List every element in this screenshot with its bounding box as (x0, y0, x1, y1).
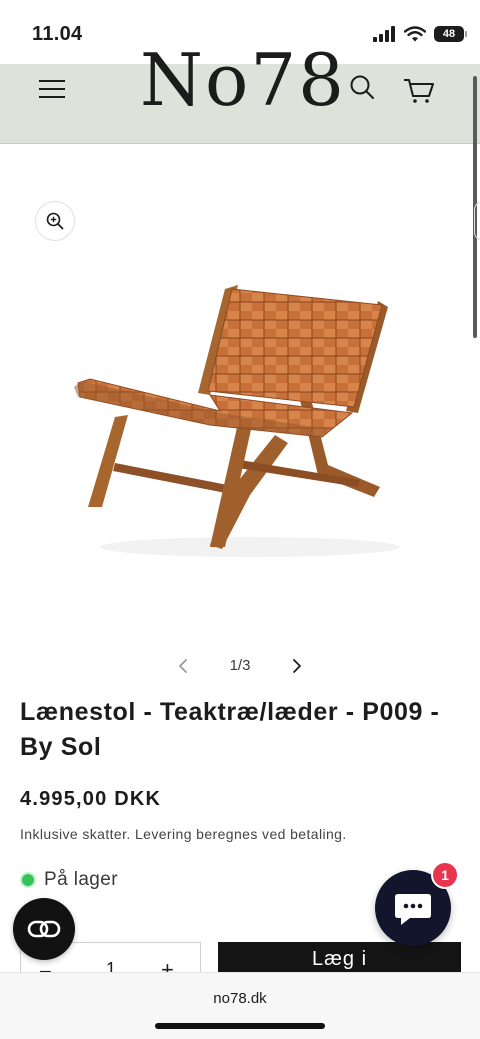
search-button[interactable] (342, 70, 382, 106)
menu-icon-line (39, 88, 65, 90)
store-logo[interactable]: No78 (140, 44, 344, 116)
floating-widget-button[interactable] (13, 898, 75, 960)
search-icon (350, 75, 374, 99)
product-title: Lænestol - Teaktræ/læder - P009 - By Sol (20, 698, 440, 761)
zoom-in-icon (46, 212, 64, 230)
in-stock-dot-icon (20, 872, 36, 888)
add-to-cart-label: Læg i (311, 948, 368, 970)
gallery-pager: 1/3 (0, 652, 480, 682)
tax-note: Inklusive skatter. Levering beregnes ved… (20, 826, 347, 842)
status-time: 11.04 (32, 23, 83, 45)
site-header: No78 (0, 44, 480, 144)
link-icon (27, 920, 61, 938)
home-indicator[interactable] (155, 1023, 325, 1029)
product-image (74, 285, 400, 557)
url-text[interactable]: no78.dk (0, 990, 480, 1007)
menu-icon-line (39, 96, 65, 98)
cellular-signal-icon (373, 26, 395, 42)
next-image-button[interactable] (284, 654, 308, 678)
previous-image-button[interactable] (172, 654, 196, 678)
menu-icon-line (39, 80, 65, 82)
chevron-right-icon (293, 659, 301, 673)
chat-notification-badge: 1 (431, 861, 459, 889)
cart-icon (404, 79, 434, 103)
stock-status-label: På lager (44, 869, 118, 890)
zoom-button[interactable] (35, 201, 75, 241)
cart-button[interactable] (398, 70, 438, 106)
status-icons: 48 (372, 26, 467, 42)
wifi-icon (404, 26, 426, 42)
chevron-left-icon (179, 659, 187, 673)
battery-indicator: 48 (434, 26, 467, 42)
stock-status: På lager (20, 869, 118, 891)
menu-button[interactable] (34, 74, 70, 104)
chat-bubble-icon (395, 894, 431, 925)
browser-address-bar: no78.dk (0, 972, 480, 1039)
product-gallery (0, 145, 480, 645)
image-counter: 1/3 (229, 657, 251, 674)
product-price: 4.995,00 DKK (20, 788, 162, 810)
next-image-edge[interactable] (474, 201, 480, 241)
